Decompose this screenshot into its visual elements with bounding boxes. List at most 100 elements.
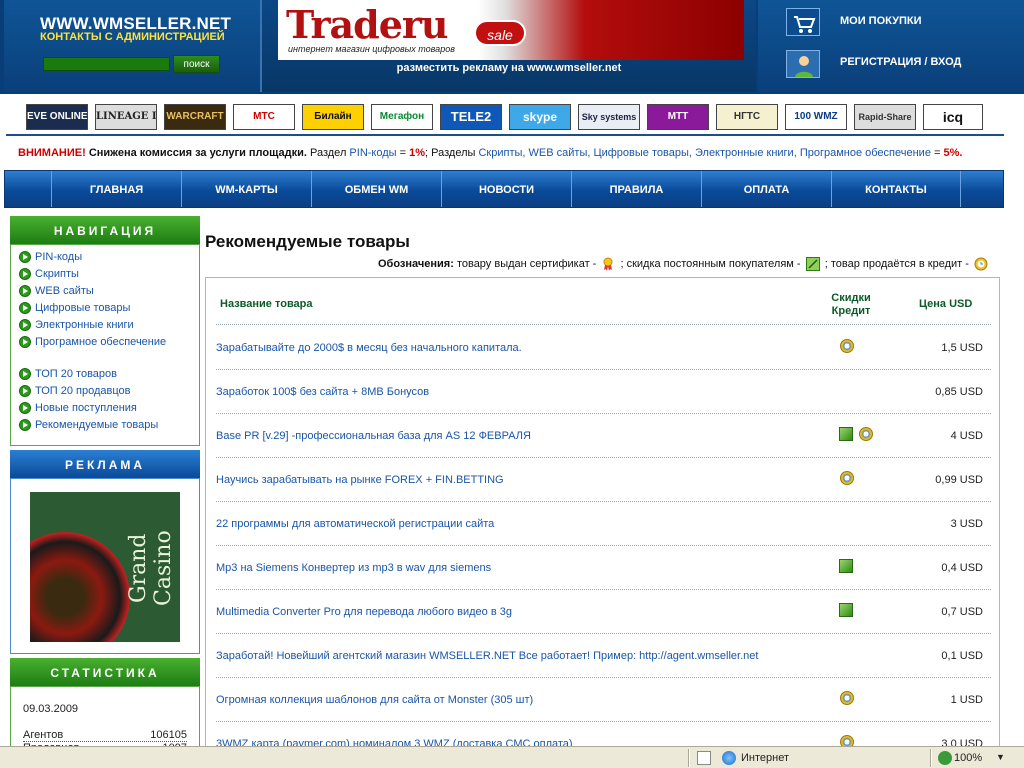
- nav-home[interactable]: ГЛАВНАЯ: [51, 171, 181, 207]
- product-price: 3 USD: [950, 518, 983, 530]
- nav-wm-exchange[interactable]: ОБМЕН WM: [311, 171, 441, 207]
- product-name-link[interactable]: Base PR [v.29] -профессиональная база дл…: [216, 414, 531, 458]
- product-name-link[interactable]: Mp3 на Siemens Конвертер из mp3 в wav дл…: [216, 546, 491, 590]
- table-row[interactable]: Заработок 100$ без сайта + 8MB Бонусов 0,…: [216, 370, 991, 414]
- nav-wm-cards[interactable]: WM-КАРТЫ: [181, 171, 311, 207]
- product-price: 4 USD: [950, 430, 983, 442]
- notice-link-web[interactable]: WEB сайты,: [529, 147, 591, 159]
- table-row[interactable]: Mp3 на Siemens Конвертер из mp3 в wav дл…: [216, 546, 991, 590]
- credit-icon: [974, 257, 988, 271]
- browser-status-bar: Интернет 100% ▼: [0, 746, 1024, 768]
- admin-contacts-link[interactable]: КОНТАКТЫ С АДМИНИСТРАЦИЕЙ: [40, 31, 225, 43]
- header-user-panel: МОИ ПОКУПКИ РЕГИСТРАЦИЯ / ВХОД: [758, 0, 1024, 92]
- my-purchases-link[interactable]: МОИ ПОКУПКИ: [840, 15, 922, 27]
- main-nav: ГЛАВНАЯ WM-КАРТЫ ОБМЕН WM НОВОСТИ ПРАВИЛ…: [4, 170, 1004, 208]
- brand-mtt[interactable]: МТТ: [647, 104, 709, 130]
- table-row[interactable]: Multimedia Converter Pro для перевода лю…: [216, 590, 991, 634]
- casino-ad-text: Grand Casino: [126, 530, 176, 606]
- search-input[interactable]: [43, 57, 170, 71]
- nav-payment[interactable]: ОПЛАТА: [701, 171, 831, 207]
- zoom-level[interactable]: 100%: [954, 752, 982, 764]
- globe-icon: [722, 751, 736, 765]
- traderu-banner[interactable]: Traderu интернет магазин цифровых товаро…: [278, 0, 744, 60]
- brand-icq[interactable]: icq: [923, 104, 983, 130]
- sidebar-ad-title: РЕКЛАМА: [10, 450, 200, 478]
- brand-beeline[interactable]: Билайн: [302, 104, 364, 130]
- product-name-link[interactable]: Заработок 100$ без сайта + 8MB Бонусов: [216, 370, 429, 414]
- legend-label: Обозначения:: [378, 257, 454, 270]
- notice-link-digital[interactable]: Цифровые товары,: [593, 147, 691, 159]
- sidebar-link-label: Скрипты: [35, 268, 79, 280]
- page-title: Рекомендуемые товары: [205, 232, 410, 251]
- page: WWW.WMSELLER.NET КОНТАКТЫ С АДМИНИСТРАЦИ…: [0, 0, 1024, 768]
- sidebar-link-ebooks[interactable]: Электронные книги: [19, 319, 134, 333]
- brand-ngts[interactable]: НГТС: [716, 104, 778, 130]
- banner-subtitle: интернет магазин цифровых товаров: [288, 44, 455, 54]
- arrow-bullet-icon: [19, 285, 31, 297]
- notice-alert: ВНИМАНИЕ!: [18, 147, 86, 159]
- zoom-dropdown-icon[interactable]: ▼: [996, 752, 1005, 762]
- nav-rules[interactable]: ПРАВИЛА: [571, 171, 701, 207]
- notice-link-pin[interactable]: PIN-коды: [349, 147, 396, 159]
- product-name-link[interactable]: Multimedia Converter Pro для перевода лю…: [216, 590, 512, 634]
- notice-link-ebooks[interactable]: Электронные книги,: [695, 147, 797, 159]
- legend-cert-text: товару выдан сертификат -: [456, 257, 597, 270]
- notice-link-scripts[interactable]: Скрипты,: [478, 147, 525, 159]
- notice-pct-1: 1%: [409, 147, 426, 159]
- sidebar-link-label: Новые поступления: [35, 402, 137, 414]
- sidebar-nav-title: НАВИГАЦИЯ: [10, 216, 200, 244]
- certificate-icon: [601, 257, 615, 271]
- discount-icon: [839, 559, 853, 573]
- sidebar-link-digital[interactable]: Цифровые товары: [19, 302, 130, 316]
- brand-sky-systems[interactable]: Sky systems: [578, 104, 640, 130]
- brand-rapidshare[interactable]: Rapid-Share: [854, 104, 916, 130]
- notice-link-software[interactable]: Програмное обеспечение: [800, 147, 931, 159]
- table-row[interactable]: Огромная коллекция шаблонов для сайта от…: [216, 678, 991, 722]
- sidebar-link-software[interactable]: Програмное обеспечение: [19, 336, 166, 350]
- product-price: 1 USD: [950, 694, 983, 706]
- table-row[interactable]: 22 программы для автоматической регистра…: [216, 502, 991, 546]
- search-button[interactable]: поиск: [173, 55, 220, 73]
- sidebar-link-new-arrivals[interactable]: Новые поступления: [19, 402, 137, 416]
- nav-news[interactable]: НОВОСТИ: [441, 171, 571, 207]
- sidebar-nav-box: PIN-коды Скрипты WEB сайты Цифровые това…: [10, 244, 200, 446]
- brand-eve[interactable]: EVE ONLINE: [26, 104, 88, 130]
- brand-mts[interactable]: МТС: [233, 104, 295, 130]
- site-header: WWW.WMSELLER.NET КОНТАКТЫ С АДМИНИСТРАЦИ…: [0, 0, 1024, 94]
- sidebar-stats-title: СТАТИСТИКА: [10, 658, 200, 686]
- place-ad-link[interactable]: разместить рекламу на www.wmseller.net: [262, 62, 756, 74]
- brand-skype[interactable]: skype: [509, 104, 571, 130]
- cart-icon[interactable]: [786, 8, 820, 36]
- brand-warcraft[interactable]: WARCRAFT: [164, 104, 226, 130]
- sidebar-link-recommended[interactable]: Рекомендуемые товары: [19, 419, 158, 433]
- brand-megafon[interactable]: Мегафон: [371, 104, 433, 130]
- table-row[interactable]: Заработай! Новейший агентский магазин WM…: [216, 634, 991, 678]
- product-name-link[interactable]: Научись зарабатывать на рынке FOREX + FI…: [216, 458, 504, 502]
- banner-logo: Traderu: [286, 2, 449, 47]
- nav-contacts[interactable]: КОНТАКТЫ: [831, 171, 961, 207]
- product-name-link[interactable]: Зарабатывайте до 2000$ в месяц без начал…: [216, 326, 522, 370]
- stats-row-agents: Агентов 106105: [23, 729, 187, 742]
- arrow-bullet-icon: [19, 402, 31, 414]
- user-icon[interactable]: [786, 50, 820, 78]
- col-header-name: Название товара: [220, 298, 313, 310]
- brand-tele2[interactable]: TELE2: [440, 104, 502, 130]
- product-name-link[interactable]: Огромная коллекция шаблонов для сайта от…: [216, 678, 533, 722]
- sidebar-link-web[interactable]: WEB сайты: [19, 285, 94, 299]
- sidebar-link-scripts[interactable]: Скрипты: [19, 268, 79, 282]
- sidebar-link-pin[interactable]: PIN-коды: [19, 251, 82, 265]
- sidebar-link-top-goods[interactable]: ТОП 20 товаров: [19, 368, 117, 382]
- register-login-link[interactable]: РЕГИСТРАЦИЯ / ВХОД: [840, 56, 961, 68]
- table-row[interactable]: Base PR [v.29] -профессиональная база дл…: [216, 414, 991, 458]
- col-header-credit: Кредит: [831, 305, 871, 317]
- brand-lineage[interactable]: LINEAGE II: [95, 104, 157, 130]
- table-row[interactable]: Научись зарабатывать на рынке FOREX + FI…: [216, 458, 991, 502]
- product-price: 0,85 USD: [935, 386, 983, 398]
- product-name-link[interactable]: Заработай! Новейший агентский магазин WM…: [216, 634, 758, 678]
- product-name-link[interactable]: 22 программы для автоматической регистра…: [216, 502, 494, 546]
- sidebar-link-top-sellers[interactable]: ТОП 20 продавцов: [19, 385, 131, 399]
- discount-icon: [839, 603, 853, 617]
- brand-100wmz[interactable]: 100 WMZ: [785, 104, 847, 130]
- table-row[interactable]: Зарабатывайте до 2000$ в месяц без начал…: [216, 326, 991, 370]
- casino-ad-image[interactable]: Grand Casino: [30, 492, 180, 642]
